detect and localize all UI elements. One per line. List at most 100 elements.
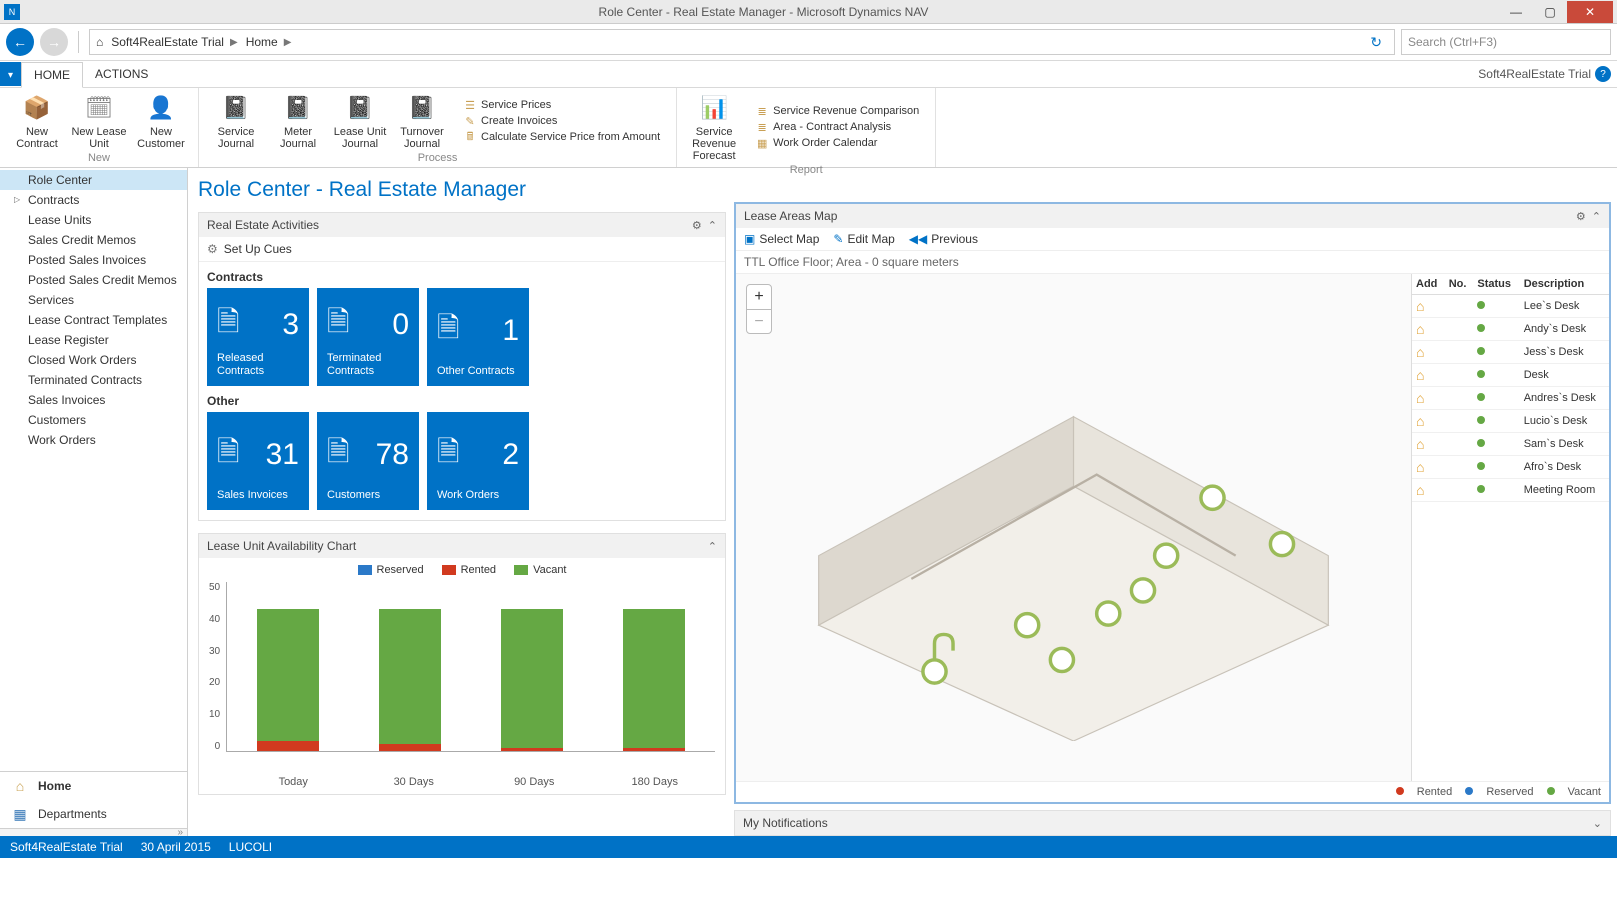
collapse-icon[interactable]: ⌃ <box>708 219 717 232</box>
panel-title: Lease Areas Map <box>744 209 837 223</box>
collapse-icon[interactable]: ⌃ <box>708 540 717 553</box>
breadcrumb-item[interactable]: Home <box>246 35 278 49</box>
sidebar-home[interactable]: ⌂Home <box>0 772 187 800</box>
status-dot <box>1477 485 1485 493</box>
sidebar-item[interactable]: Closed Work Orders <box>0 350 187 370</box>
minimize-button[interactable]: — <box>1499 1 1533 23</box>
refresh-icon[interactable]: ↻ <box>1364 34 1388 51</box>
work-order-calendar-link[interactable]: ▦Work Order Calendar <box>755 136 919 150</box>
service-revenue-forecast-button[interactable]: 📊Service Revenue Forecast <box>685 92 743 162</box>
map-list-row[interactable]: ⌂Afro`s Desk <box>1412 456 1609 479</box>
sidebar-item[interactable]: Sales Credit Memos <box>0 230 187 250</box>
close-button[interactable]: ✕ <box>1567 1 1613 23</box>
collapse-icon[interactable]: ⌃ <box>1592 210 1601 223</box>
sidebar-item[interactable]: Lease Units <box>0 210 187 230</box>
new-lease-unit-button[interactable]: 🗓New Lease Unit <box>70 92 128 150</box>
help-icon[interactable]: ? <box>1595 66 1611 82</box>
map-list-row[interactable]: ⌂Meeting Room <box>1412 479 1609 502</box>
document-icon: 🗎 <box>437 307 460 355</box>
nav-list: Role CenterContractsLease UnitsSales Cre… <box>0 168 187 771</box>
map-panel: Lease Areas Map⚙⌃ ▣Select Map ✎Edit Map … <box>734 202 1611 804</box>
sidebar-item[interactable]: Customers <box>0 410 187 430</box>
back-button[interactable]: ← <box>6 28 34 56</box>
chart-bar <box>379 582 441 751</box>
forward-button[interactable]: → <box>40 28 68 56</box>
new-contract-button[interactable]: 📦New Contract <box>8 92 66 150</box>
lease-unit-journal-button[interactable]: 📓Lease Unit Journal <box>331 92 389 150</box>
tile-label: Sales Invoices <box>217 489 299 502</box>
turnover-journal-button[interactable]: 📓Turnover Journal <box>393 92 451 150</box>
sidebar-item[interactable]: Lease Register <box>0 330 187 350</box>
desc-cell: Jess`s Desk <box>1520 341 1609 364</box>
new-customer-button[interactable]: 👤New Customer <box>132 92 190 150</box>
expand-icon[interactable]: ⌄ <box>1593 817 1602 830</box>
sidebar-item[interactable]: Posted Sales Credit Memos <box>0 270 187 290</box>
setup-cues-link[interactable]: Set Up Cues <box>224 242 292 256</box>
cue-tile[interactable]: 🗎1Other Contracts <box>427 288 529 386</box>
gear-icon[interactable]: ⚙ <box>1576 210 1586 223</box>
gear-icon: ⚙ <box>207 242 218 256</box>
home-icon: ⌂ <box>10 778 30 794</box>
tile-label: Other Contracts <box>437 365 519 378</box>
document-icon: 🗎 <box>327 301 350 349</box>
service-prices-link[interactable]: ☰Service Prices <box>463 98 660 112</box>
cue-tile[interactable]: 🗎3Released Contracts <box>207 288 309 386</box>
zoom-in-button[interactable]: + <box>747 285 771 309</box>
col-header[interactable]: No. <box>1445 274 1474 295</box>
breadcrumb[interactable]: ⌂ Soft4RealEstate Trial▶ Home▶ ↻ <box>89 29 1395 55</box>
sidebar-item[interactable]: Lease Contract Templates <box>0 310 187 330</box>
map-canvas[interactable]: + − <box>736 274 1411 781</box>
sidebar-departments[interactable]: ▦Departments <box>0 800 187 828</box>
map-list-row[interactable]: ⌂Lee`s Desk <box>1412 295 1609 318</box>
map-list-row[interactable]: ⌂Jess`s Desk <box>1412 341 1609 364</box>
maximize-button[interactable]: ▢ <box>1533 1 1567 23</box>
service-journal-button[interactable]: 📓Service Journal <box>207 92 265 150</box>
calendar-icon: ▦ <box>755 136 769 150</box>
chart-icon: 📊 <box>698 92 730 124</box>
cue-tile[interactable]: 🗎31Sales Invoices <box>207 412 309 510</box>
chart-bar <box>257 582 319 751</box>
create-invoices-link[interactable]: ✎Create Invoices <box>463 114 660 128</box>
home-icon: ⌂ <box>1416 367 1424 383</box>
map-list-row[interactable]: ⌂Sam`s Desk <box>1412 433 1609 456</box>
sidebar-item[interactable]: Posted Sales Invoices <box>0 250 187 270</box>
sidebar-item[interactable]: Terminated Contracts <box>0 370 187 390</box>
tile-label: Released Contracts <box>217 352 299 378</box>
col-header[interactable]: Add <box>1412 274 1445 295</box>
map-list-row[interactable]: ⌂Desk <box>1412 364 1609 387</box>
sidebar-item[interactable]: Sales Invoices <box>0 390 187 410</box>
status-dot <box>1477 347 1485 355</box>
meter-journal-button[interactable]: 📓Meter Journal <box>269 92 327 150</box>
sidebar-item[interactable]: Contracts <box>0 190 187 210</box>
tab-home[interactable]: HOME <box>21 62 83 88</box>
service-revenue-comparison-link[interactable]: ≣Service Revenue Comparison <box>755 104 919 118</box>
col-header[interactable]: Description <box>1520 274 1609 295</box>
cue-tile[interactable]: 🗎78Customers <box>317 412 419 510</box>
map-list-row[interactable]: ⌂Andres`s Desk <box>1412 387 1609 410</box>
map-list-row[interactable]: ⌂Lucio`s Desk <box>1412 410 1609 433</box>
gear-icon[interactable]: ⚙ <box>692 219 702 232</box>
sidebar-item[interactable]: Role Center <box>0 170 187 190</box>
cue-tile[interactable]: 🗎2Work Orders <box>427 412 529 510</box>
contract-icon: 📦 <box>21 92 53 124</box>
map-list-row[interactable]: ⌂Andy`s Desk <box>1412 318 1609 341</box>
breadcrumb-item[interactable]: Soft4RealEstate Trial <box>111 35 224 49</box>
area-contract-analysis-link[interactable]: ≣Area - Contract Analysis <box>755 120 919 134</box>
edit-map-button[interactable]: ✎Edit Map <box>833 232 894 246</box>
file-tab[interactable] <box>0 62 21 86</box>
desc-cell: Sam`s Desk <box>1520 433 1609 456</box>
tile-count: 78 <box>376 438 409 472</box>
sidebar-item[interactable]: Work Orders <box>0 430 187 450</box>
tile-count: 2 <box>502 438 519 472</box>
tab-actions[interactable]: ACTIONS <box>83 62 160 86</box>
select-map-button[interactable]: ▣Select Map <box>744 232 819 246</box>
document-icon: 🗎 <box>437 431 460 479</box>
splitter-handle[interactable]: » <box>0 828 187 836</box>
chart-y-axis: 50403020100 <box>209 582 226 752</box>
cue-tile[interactable]: 🗎0Terminated Contracts <box>317 288 419 386</box>
search-input[interactable]: Search (Ctrl+F3) <box>1401 29 1611 55</box>
col-header[interactable]: Status <box>1473 274 1519 295</box>
sidebar-item[interactable]: Services <box>0 290 187 310</box>
previous-button[interactable]: ◀◀Previous <box>909 232 978 246</box>
calc-price-link[interactable]: 🖩Calculate Service Price from Amount <box>463 130 660 144</box>
